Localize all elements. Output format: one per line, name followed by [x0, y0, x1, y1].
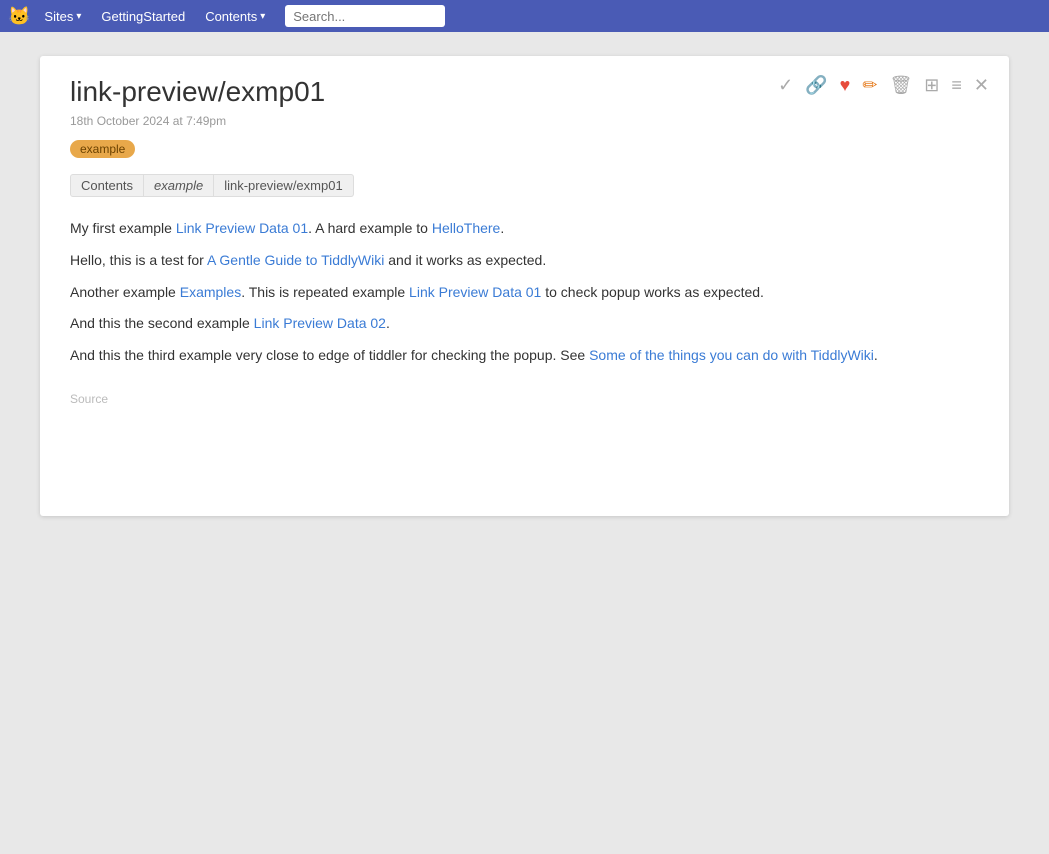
p3-text2: . This is repeated example: [241, 284, 409, 300]
p5-text2: .: [874, 347, 878, 363]
breadcrumb: Contents example link-preview/exmp01: [70, 174, 979, 197]
source-button[interactable]: Source: [70, 392, 979, 406]
contents-chevron-icon: ▾: [260, 11, 265, 22]
p1-text2: . A hard example to: [308, 220, 432, 236]
paragraph-2: Hello, this is a test for A Gentle Guide…: [70, 249, 979, 273]
close-icon[interactable]: ✕: [972, 74, 991, 96]
link-link-preview-data-01-first[interactable]: Link Preview Data 01: [176, 220, 308, 236]
link-link-preview-data-02[interactable]: Link Preview Data 02: [254, 315, 386, 331]
tiddler-date: 18th October 2024 at 7:49pm: [70, 114, 979, 128]
favorite-icon[interactable]: ♥: [838, 74, 853, 96]
delete-icon[interactable]: 🗑: [887, 74, 914, 96]
paragraph-3: Another example Examples. This is repeat…: [70, 281, 979, 305]
contents-label: Contents: [205, 9, 257, 24]
link-hello-there[interactable]: HelloThere: [432, 220, 500, 236]
copy-link-icon[interactable]: 🔗: [803, 74, 829, 96]
getting-started-link[interactable]: GettingStarted: [93, 5, 193, 28]
contents-menu[interactable]: Contents ▾: [197, 5, 273, 28]
sites-chevron-icon: ▾: [76, 11, 81, 22]
paragraph-1: My first example Link Preview Data 01. A…: [70, 217, 979, 241]
p1-text1: My first example: [70, 220, 176, 236]
sites-label: Sites: [44, 9, 73, 24]
p4-text2: .: [386, 315, 390, 331]
link-things-you-can-do[interactable]: Some of the things you can do with Tiddl…: [589, 347, 874, 363]
tiddler-body: My first example Link Preview Data 01. A…: [70, 217, 979, 368]
info-icon[interactable]: ⊞: [922, 74, 941, 96]
more-down-icon[interactable]: ✓: [776, 74, 795, 96]
p2-text1: Hello, this is a test for: [70, 252, 207, 268]
p2-text2: and it works as expected.: [384, 252, 546, 268]
breadcrumb-current[interactable]: link-preview/exmp01: [214, 174, 354, 197]
tag-pill[interactable]: example: [70, 140, 135, 158]
link-link-preview-data-01-second[interactable]: Link Preview Data 01: [409, 284, 541, 300]
p3-text3: to check popup works as expected.: [541, 284, 764, 300]
link-examples[interactable]: Examples: [180, 284, 241, 300]
breadcrumb-example[interactable]: example: [144, 174, 214, 197]
edit-icon[interactable]: ✏: [860, 74, 879, 96]
tiddler-toolbar: ✓ 🔗 ♥ ✏ 🗑 ⊞ ≡ ✕: [776, 74, 991, 96]
logo-icon: 🐱: [8, 6, 30, 27]
paragraph-4: And this the second example Link Preview…: [70, 312, 979, 336]
p4-text1: And this the second example: [70, 315, 254, 331]
link-gentle-guide[interactable]: A Gentle Guide to TiddlyWiki: [207, 252, 384, 268]
p3-text1: Another example: [70, 284, 180, 300]
tiddler-card: ✓ 🔗 ♥ ✏ 🗑 ⊞ ≡ ✕ link-preview/exmp01 18th…: [40, 56, 1009, 516]
fields-icon[interactable]: ≡: [949, 74, 964, 96]
navbar: 🐱 Sites ▾ GettingStarted Contents ▾: [0, 0, 1049, 32]
breadcrumb-contents[interactable]: Contents: [70, 174, 144, 197]
p5-text1: And this the third example very close to…: [70, 347, 589, 363]
getting-started-label: GettingStarted: [101, 9, 185, 24]
main-area: ✓ 🔗 ♥ ✏ 🗑 ⊞ ≡ ✕ link-preview/exmp01 18th…: [0, 32, 1049, 540]
paragraph-5: And this the third example very close to…: [70, 344, 979, 368]
sites-menu[interactable]: Sites ▾: [36, 5, 89, 28]
p1-text3: .: [500, 220, 504, 236]
search-input[interactable]: [285, 5, 445, 27]
